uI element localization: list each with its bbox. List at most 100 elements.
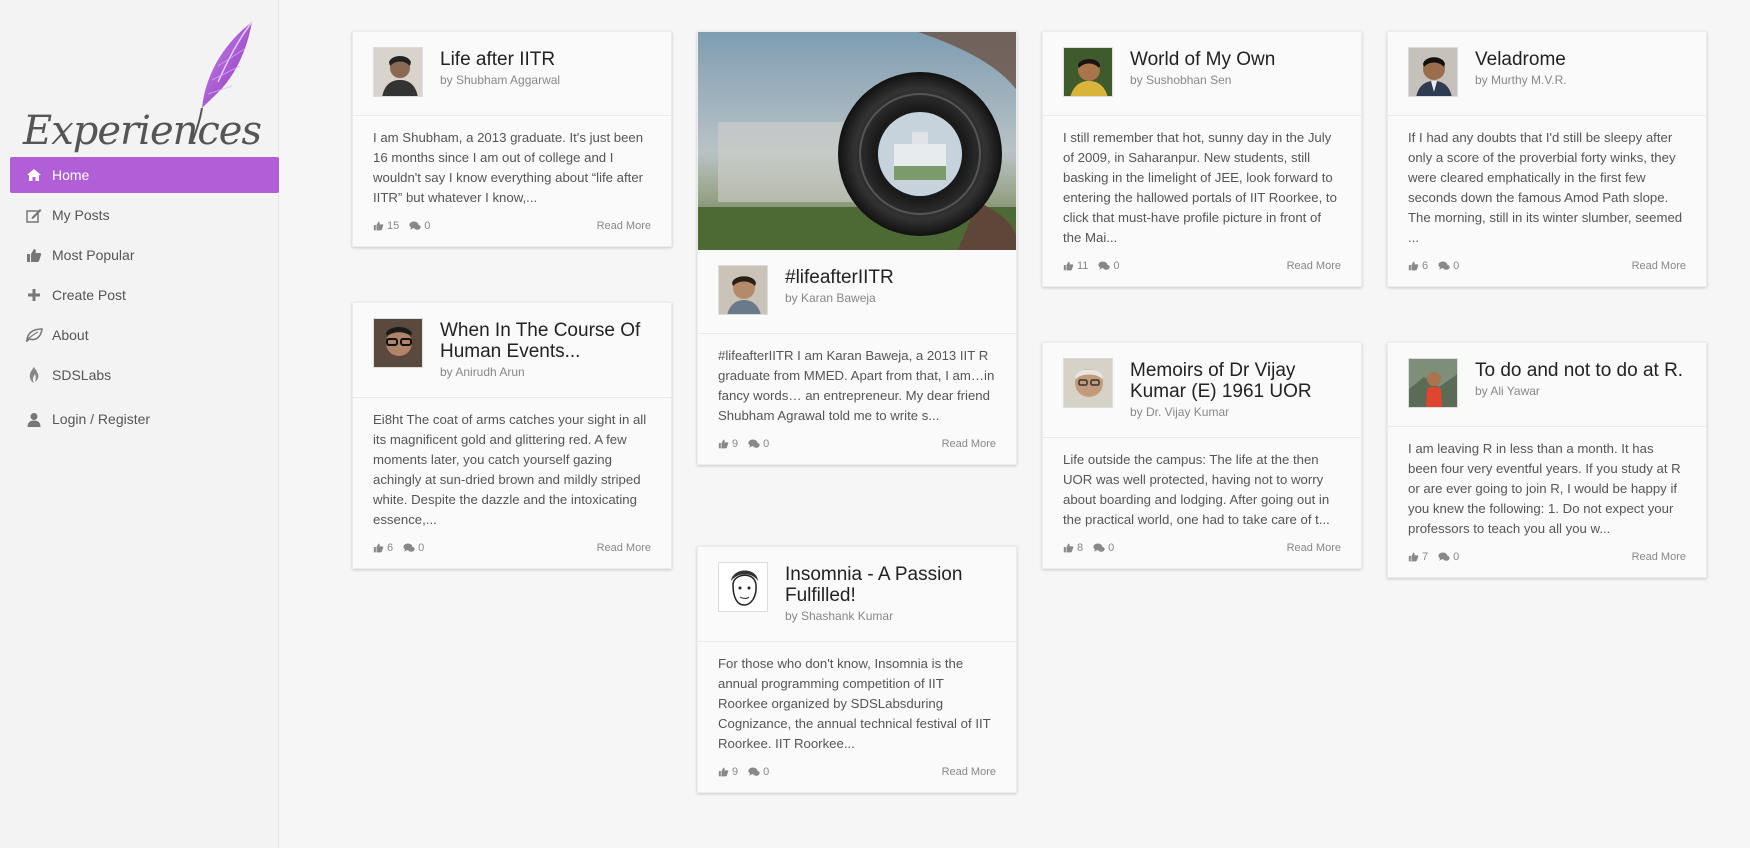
comments-icon <box>748 439 760 448</box>
post-excerpt: If I had any doubts that I'd still be sl… <box>1408 130 1683 245</box>
post-author[interactable]: by Karan Baweja <box>785 291 894 305</box>
like-count[interactable]: 9 <box>718 766 738 778</box>
author-avatar[interactable] <box>1408 47 1458 97</box>
like-count[interactable]: 11 <box>1063 260 1088 272</box>
like-count[interactable]: 8 <box>1063 542 1083 554</box>
thumbs-up-icon <box>718 439 729 449</box>
author-avatar[interactable] <box>718 562 768 612</box>
nav-login-register[interactable]: Login / Register <box>10 401 279 437</box>
nav-home[interactable]: Home <box>10 157 279 193</box>
read-more-link[interactable]: Read More <box>942 438 996 450</box>
author-avatar[interactable] <box>373 47 423 97</box>
post-title[interactable]: Insomnia - A Passion Fulfilled! <box>785 564 996 606</box>
post-title[interactable]: Veladrome <box>1475 49 1567 70</box>
thumbs-up-icon <box>718 767 729 777</box>
read-more-link[interactable]: Read More <box>1287 260 1341 272</box>
like-count[interactable]: 15 <box>373 220 399 232</box>
post-excerpt: Life outside the campus: The life at the… <box>1063 452 1330 527</box>
nav-sdslabs[interactable]: SDSLabs <box>10 357 279 393</box>
post-excerpt: I still remember that hot, sunny day in … <box>1063 130 1337 245</box>
post-author[interactable]: by Sushobhan Sen <box>1130 73 1275 87</box>
leaf-icon <box>24 327 44 343</box>
author-avatar[interactable] <box>1063 358 1113 408</box>
nav-label: My Posts <box>52 207 110 223</box>
user-icon <box>24 411 44 427</box>
nav-create-post[interactable]: Create Post <box>10 277 279 313</box>
post-author[interactable]: by Shubham Aggarwal <box>440 73 560 87</box>
comments-icon <box>1093 543 1105 552</box>
read-more-link[interactable]: Read More <box>1632 260 1686 272</box>
like-count-value: 6 <box>1422 260 1429 272</box>
thumbs-up-icon <box>1408 261 1419 271</box>
comment-count[interactable]: 0 <box>1098 260 1120 272</box>
author-avatar[interactable] <box>1408 358 1458 408</box>
post-card[interactable]: Memoirs of Dr Vijay Kumar (E) 1961 UOR b… <box>1042 342 1362 569</box>
post-author[interactable]: by Shashank Kumar <box>785 609 996 623</box>
comment-count-value: 0 <box>763 438 770 450</box>
post-card[interactable]: World of My Own by Sushobhan Sen I still… <box>1042 31 1362 287</box>
post-title[interactable]: #lifeafterIITR <box>785 267 894 288</box>
post-card[interactable]: Life after IITR by Shubham Aggarwal I am… <box>352 31 672 247</box>
comment-count-value: 0 <box>1453 551 1460 563</box>
post-title[interactable]: Life after IITR <box>440 49 560 70</box>
nav-label: Home <box>52 167 90 183</box>
post-author[interactable]: by Ali Yawar <box>1475 384 1683 398</box>
comment-count[interactable]: 0 <box>1438 551 1459 563</box>
nav-about[interactable]: About <box>10 317 279 353</box>
comment-count[interactable]: 0 <box>748 766 769 778</box>
post-author[interactable]: by Anirudh Arun <box>440 365 651 379</box>
read-more-link[interactable]: Read More <box>597 542 651 554</box>
post-card[interactable]: Insomnia - A Passion Fulfilled! by Shash… <box>697 546 1017 793</box>
post-title[interactable]: World of My Own <box>1130 49 1275 70</box>
read-more-link[interactable]: Read More <box>1287 542 1341 554</box>
comments-icon <box>1438 261 1450 270</box>
thumbs-up-icon <box>1063 261 1074 271</box>
nav-label: SDSLabs <box>52 367 112 383</box>
post-title[interactable]: To do and not to do at R. <box>1475 360 1683 381</box>
plus-icon <box>24 287 44 303</box>
post-excerpt: #lifeafterIITR I am Karan Baweja, a 2013… <box>718 348 995 423</box>
read-more-link[interactable]: Read More <box>597 220 651 232</box>
like-count-value: 9 <box>732 766 739 778</box>
nav-most-popular[interactable]: Most Popular <box>10 237 279 273</box>
comment-count[interactable]: 0 <box>1093 542 1114 554</box>
post-title[interactable]: Memoirs of Dr Vijay Kumar (E) 1961 UOR <box>1130 360 1341 402</box>
sidebar: Experiences Home My Posts Most Popular C… <box>0 0 279 848</box>
comments-icon <box>409 221 421 230</box>
comment-count[interactable]: 0 <box>409 220 430 232</box>
author-avatar[interactable] <box>1063 47 1113 97</box>
post-cover-image[interactable] <box>698 32 1016 250</box>
like-count-value: 15 <box>387 220 400 232</box>
post-title[interactable]: When In The Course Of Human Events... <box>440 320 651 362</box>
comment-count[interactable]: 0 <box>748 438 769 450</box>
comment-count[interactable]: 0 <box>1438 260 1459 272</box>
post-card[interactable]: To do and not to do at R. by Ali Yawar I… <box>1387 342 1707 578</box>
like-count-value: 9 <box>732 438 739 450</box>
comments-icon <box>1098 261 1111 270</box>
thumbs-up-icon <box>373 543 384 553</box>
post-card[interactable]: #lifeafterIITR by Karan Baweja #lifeafte… <box>697 31 1017 465</box>
experiences-logo[interactable]: Experiences <box>20 20 262 154</box>
like-count-value: 8 <box>1077 542 1084 554</box>
read-more-link[interactable]: Read More <box>1632 551 1686 563</box>
author-avatar[interactable] <box>718 265 768 315</box>
post-author[interactable]: by Murthy M.V.R. <box>1475 73 1567 87</box>
like-count-value: 6 <box>387 542 394 554</box>
comment-count-value: 0 <box>1113 260 1120 272</box>
post-card[interactable]: When In The Course Of Human Events... by… <box>352 302 672 569</box>
post-excerpt: Ei8ht The coat of arms catches your sigh… <box>373 412 647 527</box>
post-card[interactable]: Veladrome by Murthy M.V.R. If I had any … <box>1387 31 1707 287</box>
nav-my-posts[interactable]: My Posts <box>10 197 279 233</box>
home-icon <box>24 167 44 183</box>
like-count-value: 11 <box>1077 260 1089 272</box>
post-author[interactable]: by Dr. Vijay Kumar <box>1130 405 1341 419</box>
like-count[interactable]: 9 <box>718 438 738 450</box>
read-more-link[interactable]: Read More <box>942 766 996 778</box>
like-count[interactable]: 6 <box>1408 260 1428 272</box>
comment-count-value: 0 <box>418 542 425 554</box>
post-excerpt: I am Shubham, a 2013 graduate. It's just… <box>373 130 644 205</box>
comment-count[interactable]: 0 <box>403 542 424 554</box>
like-count[interactable]: 7 <box>1408 551 1428 563</box>
like-count[interactable]: 6 <box>373 542 393 554</box>
author-avatar[interactable] <box>373 318 423 368</box>
